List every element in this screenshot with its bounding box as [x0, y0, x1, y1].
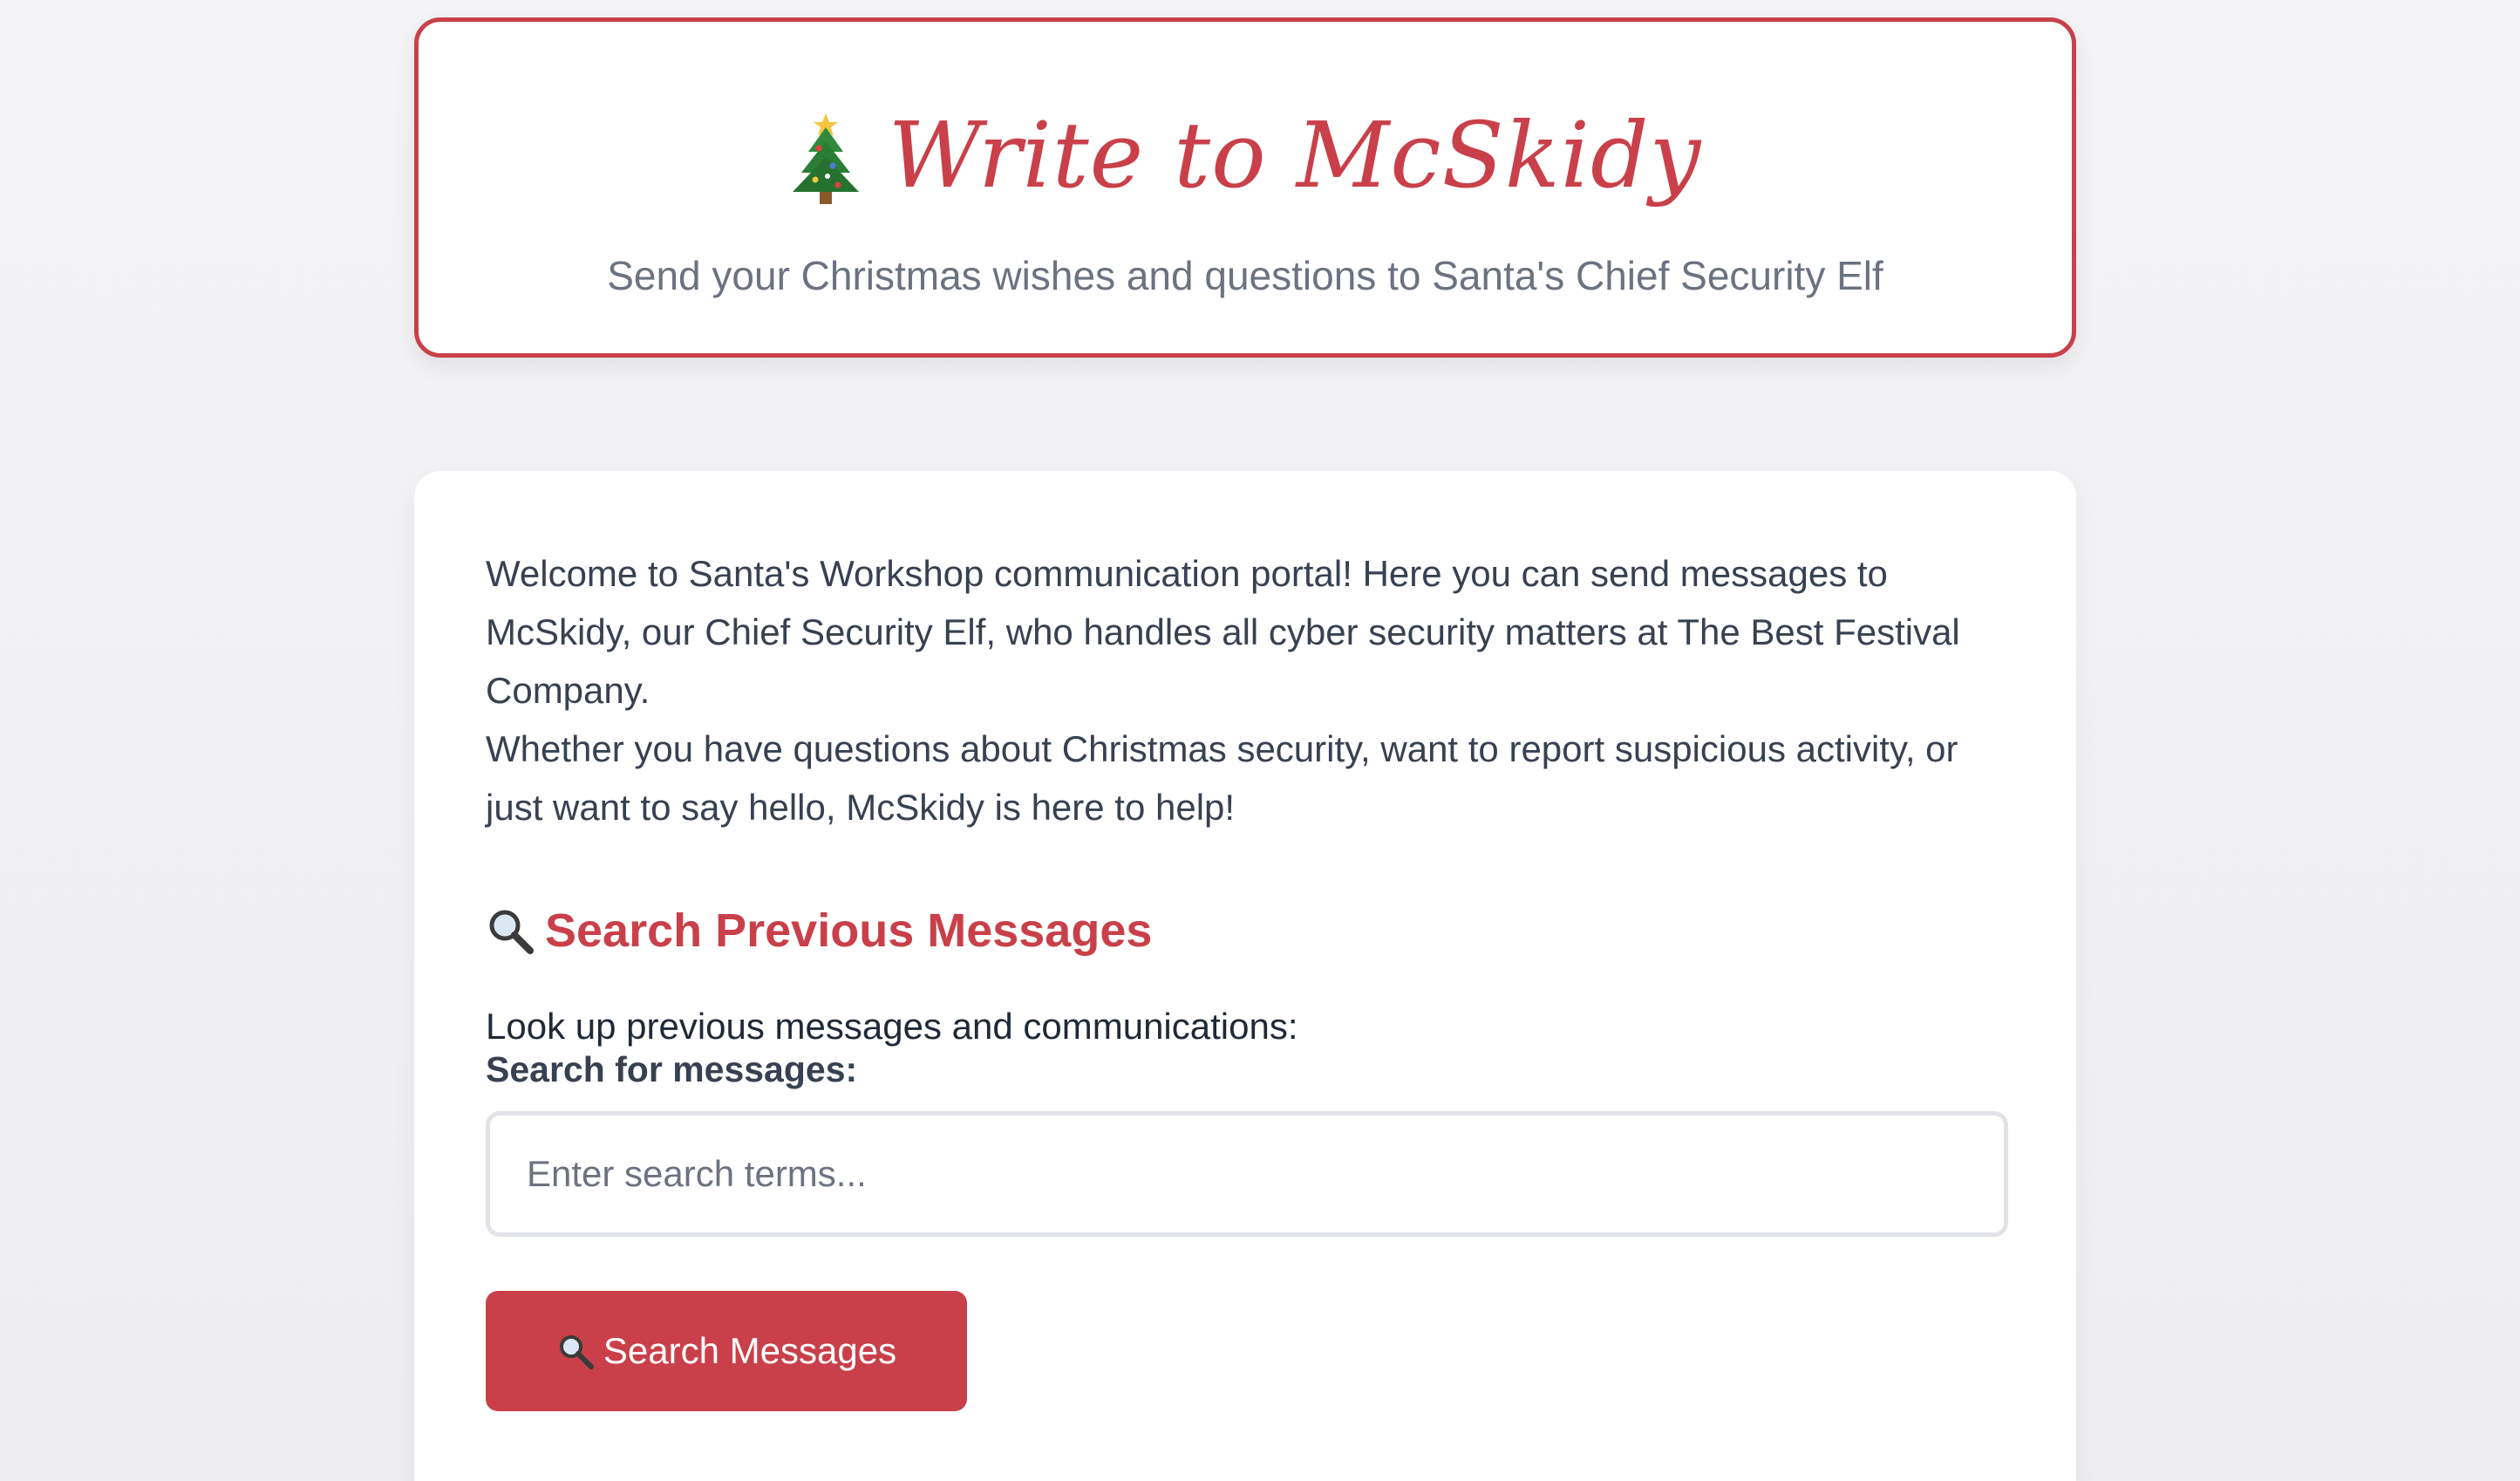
- search-button-label: Search Messages: [603, 1330, 897, 1371]
- search-label: Search for messages:: [486, 1049, 858, 1089]
- magnifying-glass-icon: [486, 906, 535, 955]
- christmas-tree-icon: [789, 105, 862, 206]
- intro-paragraph-1: Welcome to Santa's Workshop communicatio…: [486, 553, 1960, 711]
- search-messages-button[interactable]: Search Messages: [486, 1291, 967, 1411]
- header-card: Write to McSkidy Send your Christmas wis…: [414, 17, 2076, 358]
- magnifying-glass-icon: [556, 1332, 595, 1370]
- intro-paragraph-2: Whether you have questions about Christm…: [486, 728, 1958, 828]
- intro-text: Welcome to Santa's Workshop communicatio…: [486, 544, 2020, 836]
- page-subtitle: Send your Christmas wishes and questions…: [607, 253, 1883, 298]
- search-input[interactable]: [486, 1111, 2008, 1237]
- main-card: Welcome to Santa's Workshop communicatio…: [414, 471, 2076, 1481]
- page-title: Write to McSkidy: [888, 102, 1702, 208]
- search-section-title: Search Previous Messages: [545, 904, 1153, 957]
- search-description: Look up previous messages and communicat…: [486, 1006, 1298, 1047]
- title-row: Write to McSkidy: [419, 105, 2072, 206]
- search-section-heading: Search Previous Messages: [486, 904, 1152, 958]
